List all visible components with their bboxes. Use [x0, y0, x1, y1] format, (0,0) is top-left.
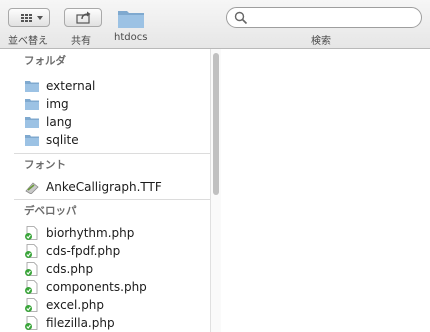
list-item-php[interactable]: excel.php — [14, 296, 210, 314]
folder-name: lang — [46, 115, 72, 129]
folder-name: sqlite — [46, 133, 79, 147]
list-item-php[interactable]: cds-fpdf.php — [14, 242, 210, 260]
list-item-php[interactable]: biorhythm.php — [14, 224, 210, 242]
dropdown-arrow-icon — [37, 16, 43, 20]
folder-icon[interactable] — [117, 7, 145, 29]
php-file-icon — [25, 280, 38, 294]
search-label: 検索 — [311, 36, 331, 47]
list-item-php[interactable]: filezilla.php — [14, 314, 210, 332]
list-item-folder[interactable]: sqlite — [14, 131, 210, 149]
list-item-font[interactable]: AnkeCalligraph.TTF — [14, 178, 210, 196]
share-label: 共有 — [71, 36, 91, 47]
folder-icon — [25, 99, 39, 110]
section-divider — [14, 199, 210, 200]
list-scroll-thumb[interactable] — [213, 53, 219, 195]
folder-name: img — [46, 97, 69, 111]
list-item-php[interactable]: components.php — [14, 278, 210, 296]
share-button[interactable] — [64, 8, 102, 27]
font-file-icon — [25, 182, 39, 194]
search-icon — [234, 11, 248, 25]
folder-icon — [25, 135, 39, 146]
php-file-icon — [25, 298, 38, 312]
folder-icon — [25, 81, 39, 92]
list-item-folder[interactable]: lang — [14, 113, 210, 131]
folder-name: external — [46, 79, 96, 93]
folder-label: htdocs — [114, 32, 148, 43]
php-file-icon — [25, 226, 38, 240]
share-icon — [76, 11, 91, 24]
arrange-button[interactable] — [8, 8, 50, 27]
php-file-name: cds-fpdf.php — [46, 244, 121, 258]
section-header-fonts: フォント — [24, 159, 66, 171]
php-file-name: biorhythm.php — [46, 226, 135, 240]
arrange-label: 並べ替え — [8, 36, 48, 47]
list-item-folder[interactable]: external — [14, 77, 210, 95]
toolbar: 並べ替え 共有 htdocs 検索 — [0, 0, 430, 49]
php-file-name: cds.php — [46, 262, 94, 276]
search-field[interactable] — [226, 7, 422, 28]
section-header-folders: フォルダ — [24, 55, 66, 67]
folder-icon — [25, 117, 39, 128]
content-area — [221, 49, 430, 332]
grid-icon — [21, 14, 43, 22]
php-file-icon — [25, 262, 38, 276]
list-item-folder[interactable]: img — [14, 95, 210, 113]
php-file-name: components.php — [46, 280, 147, 294]
php-file-name: filezilla.php — [46, 316, 115, 330]
php-file-icon — [25, 244, 38, 258]
php-file-name: excel.php — [46, 298, 105, 312]
php-file-icon — [25, 316, 38, 330]
font-name: AnkeCalligraph.TTF — [46, 180, 162, 194]
list-item-php[interactable]: cds.php — [14, 260, 210, 278]
section-divider — [14, 153, 210, 154]
section-header-developer: デベロッパ — [24, 205, 77, 217]
